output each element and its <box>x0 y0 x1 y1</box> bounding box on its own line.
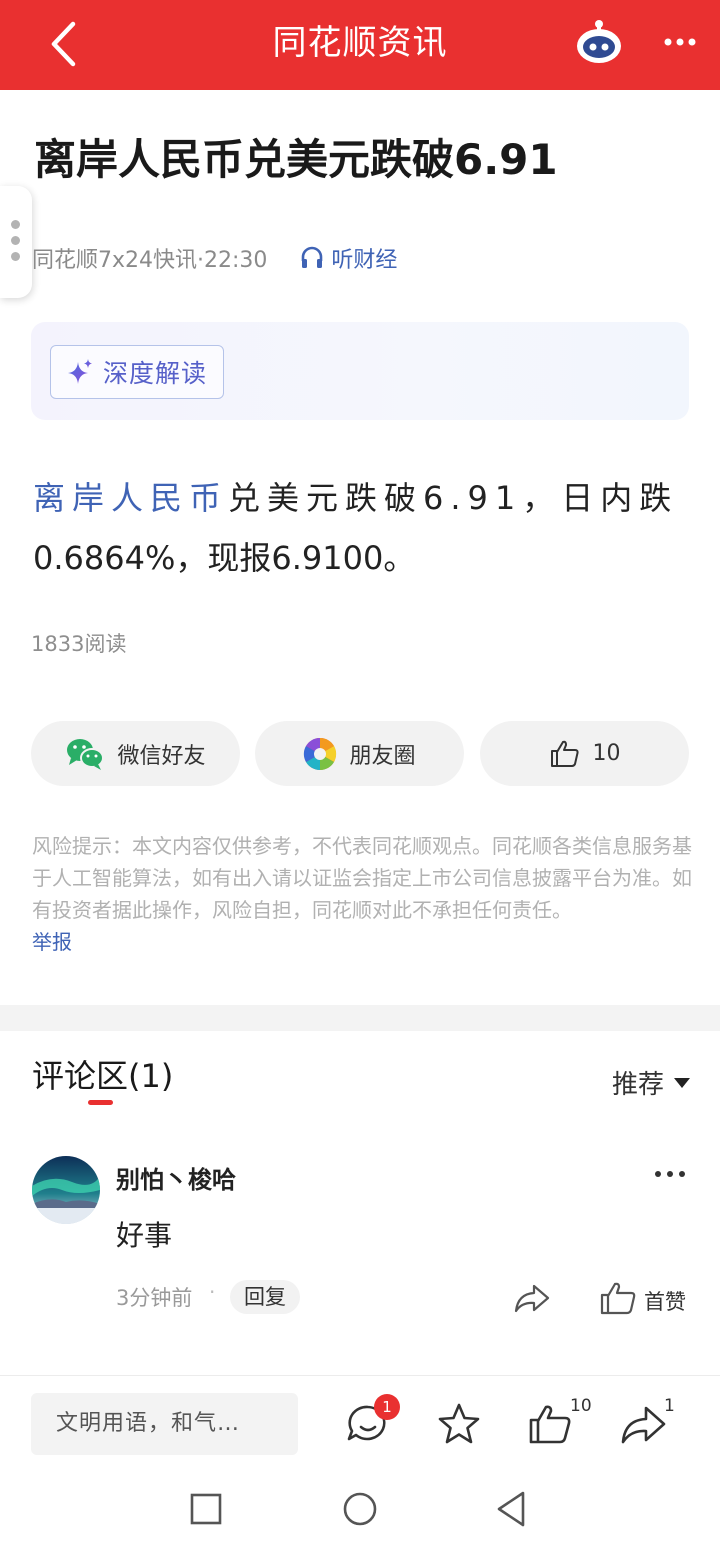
report-link[interactable]: 举报 <box>32 926 72 955</box>
share-wechat-label: 微信好友 <box>117 743 206 769</box>
favorite-star-icon[interactable] <box>433 1398 485 1450</box>
more-options-icon[interactable] <box>658 22 702 62</box>
sort-dropdown[interactable]: 推荐 <box>612 1064 691 1101</box>
comments-tab-indicator <box>88 1100 113 1105</box>
bottom-like-icon[interactable] <box>524 1398 576 1450</box>
system-nav-bar <box>0 1473 720 1549</box>
headphones-icon <box>302 246 323 268</box>
side-drag-handle[interactable] <box>0 186 32 298</box>
deep-interpretation-button[interactable]: 深度解读 <box>50 345 224 399</box>
avatar[interactable] <box>32 1156 100 1224</box>
read-count: 1833阅读 <box>31 632 127 656</box>
comment-more-icon[interactable] <box>650 1160 690 1188</box>
risk-disclaimer: 风险提示：本文内容仅供参考，不代表同花顺观点。同花顺各类信息服务基于人工智能算法… <box>32 834 692 922</box>
comment-time: 3分钟前 <box>116 1286 193 1310</box>
comment-text: 好事 <box>116 1219 173 1252</box>
reply-button[interactable]: 回复 <box>230 1280 300 1314</box>
comment-like-icon[interactable] <box>598 1278 638 1318</box>
deep-interpretation-label: 深度解读 <box>103 359 208 388</box>
caret-down-icon <box>674 1077 691 1088</box>
robot-assistant-icon[interactable] <box>574 20 624 66</box>
article-title: 离岸人民币兑美元跌破6.91 <box>34 135 558 184</box>
article-source-time: 同花顺7x24快讯·22:30 <box>32 248 268 273</box>
listen-label: 听财经 <box>331 248 398 273</box>
handle-dot <box>11 252 20 261</box>
sort-label: 推荐 <box>612 1070 665 1100</box>
keyword-link[interactable]: 离岸人民币 <box>33 479 228 517</box>
article-body: 离岸人民币兑美元跌破6.91，日内跌 0.6864%，现报6.9100。 <box>33 468 693 588</box>
bottom-like-count: 10 <box>570 1396 592 1416</box>
first-like-label[interactable]: 首赞 <box>644 1286 686 1316</box>
comment-username[interactable]: 别怕丶梭哈 <box>116 1160 236 1195</box>
home-circle-icon[interactable] <box>341 1490 379 1528</box>
share-row: 微信好友 朋友圈 10 <box>31 721 689 786</box>
moments-icon <box>304 737 337 770</box>
article-like-button[interactable]: 10 <box>480 721 689 786</box>
share-wechat-button[interactable]: 微信好友 <box>31 721 240 786</box>
bottom-share-count: 1 <box>664 1396 675 1416</box>
comment-count-badge: 1 <box>374 1394 400 1420</box>
ai-interpretation-panel: 深度解读 <box>31 322 689 420</box>
aurora-avatar-image <box>32 1156 100 1224</box>
comments-header: 评论区(1) <box>32 1057 174 1095</box>
comment-share-icon[interactable] <box>512 1278 552 1318</box>
wechat-icon <box>67 738 105 770</box>
article-like-count: 10 <box>592 741 621 766</box>
article-body-line1: 兑美元跌破6.91，日内跌 <box>228 479 679 517</box>
back-triangle-icon[interactable] <box>494 1490 528 1528</box>
share-moments-button[interactable]: 朋友圈 <box>255 721 464 786</box>
separator-dot: · <box>209 1280 216 1304</box>
thumbs-up-icon <box>550 740 579 767</box>
handle-dot <box>11 236 20 245</box>
recent-apps-square-icon[interactable] <box>189 1492 223 1526</box>
comment-input[interactable]: 文明用语，和气… <box>31 1393 298 1455</box>
handle-dot <box>11 220 20 229</box>
bottom-share-icon[interactable] <box>618 1398 670 1450</box>
article-meta: 同花顺7x24快讯·22:30 听财经 <box>32 242 397 274</box>
top-nav-bar: 同花顺资讯 <box>0 0 720 90</box>
section-divider <box>0 1005 720 1031</box>
article-body-line2: 0.6864%，现报6.9100。 <box>33 539 416 577</box>
share-moments-label: 朋友圈 <box>349 743 416 769</box>
sparkle-icon <box>68 359 92 384</box>
listen-button[interactable]: 听财经 <box>299 242 397 274</box>
bottom-action-bar: 文明用语，和气… 1 10 1 <box>0 1375 720 1473</box>
